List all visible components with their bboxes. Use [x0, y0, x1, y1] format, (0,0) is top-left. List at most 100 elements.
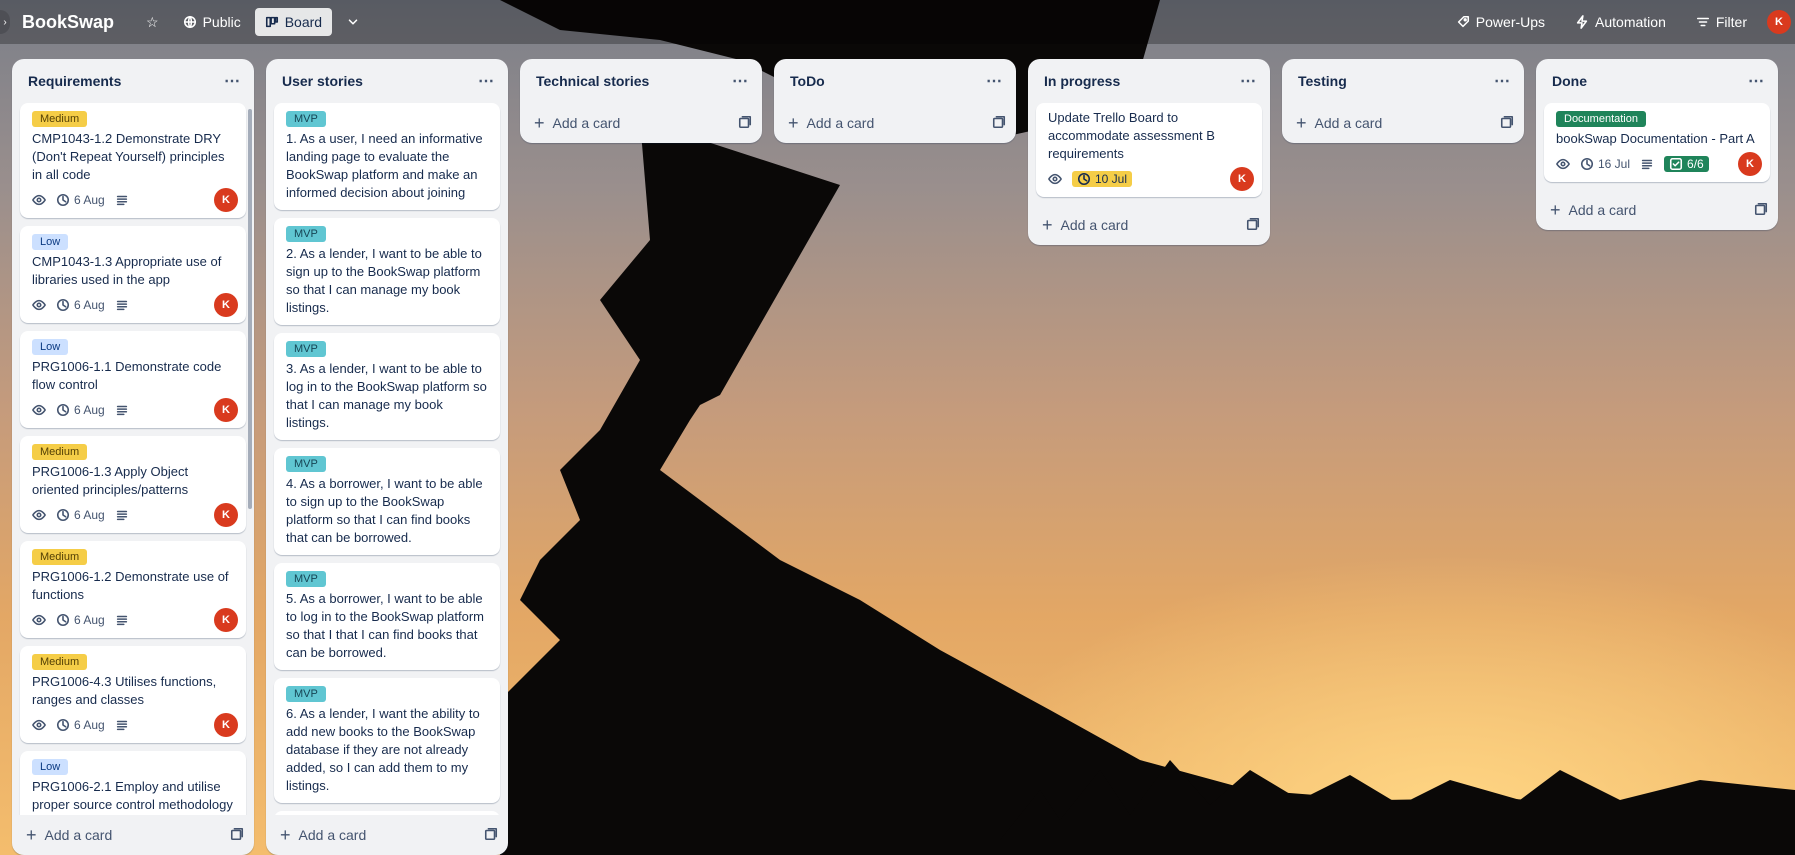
due-date-badge[interactable]: 6 Aug — [56, 193, 105, 207]
due-date-text: 6 Aug — [74, 508, 105, 522]
watching-badge — [1556, 157, 1570, 171]
due-date-text: 16 Jul — [1598, 157, 1631, 171]
add-card-button[interactable]: + Add a card — [1028, 205, 1270, 245]
add-card-button[interactable]: + Add a card — [774, 103, 1016, 143]
card[interactable]: Low PRG1006-2.1 Employ and utilise proper… — [20, 751, 246, 815]
add-card-button[interactable]: + Add a card — [1282, 103, 1524, 143]
list-menu-button[interactable]: ⋯ — [1742, 67, 1770, 95]
due-date-text: 6 Aug — [74, 298, 105, 312]
card-member-avatar[interactable]: K — [214, 713, 238, 737]
card-title: CMP1043-1.2 Demonstrate DRY (Don't Repea… — [32, 131, 225, 182]
card-title: PRG1006-1.2 Demonstrate use of functions — [32, 569, 229, 602]
due-date-badge[interactable]: 6 Aug — [56, 508, 105, 522]
add-card-button[interactable]: + Add a card — [1536, 190, 1778, 230]
card-member-avatar[interactable]: K — [214, 503, 238, 527]
card[interactable]: Medium CMP1043-1.2 Demonstrate DRY (Don't… — [20, 103, 246, 218]
card[interactable]: Medium PRG1006-1.3 Apply Object oriented … — [20, 436, 246, 533]
list-title[interactable]: User stories — [282, 73, 363, 89]
card-member-avatar[interactable]: K — [214, 398, 238, 422]
card[interactable]: MVP 2. As a lender, I want to be able to … — [274, 218, 500, 325]
due-date-badge[interactable]: 6 Aug — [56, 298, 105, 312]
powerups-label: Power-Ups — [1475, 14, 1546, 30]
card[interactable]: Medium PRG1006-1.2 Demonstrate use of fun… — [20, 541, 246, 638]
card-member-avatar[interactable]: K — [214, 293, 238, 317]
card-list: Update Trello Board to accommodate asses… — [1028, 103, 1270, 205]
create-from-template-button[interactable] — [992, 115, 1006, 132]
card-member-avatar[interactable]: K — [1738, 152, 1762, 176]
list-requirements: Requirements ⋯ Medium CMP1043-1.2 Demonstra… — [12, 59, 254, 855]
due-date-badge[interactable]: 10 Jul — [1072, 171, 1133, 187]
list-title[interactable]: ToDo — [790, 73, 825, 89]
star-button[interactable]: ☆ — [136, 8, 169, 37]
due-date-badge[interactable]: 16 Jul — [1580, 157, 1630, 171]
card[interactable]: Low CMP1043-1.3 Appropriate use of librar… — [20, 226, 246, 323]
template-icon — [1500, 115, 1514, 128]
watching-badge — [32, 508, 46, 522]
create-from-template-button[interactable] — [484, 827, 498, 844]
card-member-avatar[interactable]: K — [1230, 167, 1254, 191]
card-title: bookSwap Documentation - Part A — [1556, 131, 1755, 146]
add-card-button[interactable]: + Add a card — [266, 815, 508, 855]
list-menu-button[interactable]: ⋯ — [726, 67, 754, 95]
add-card-button[interactable]: + Add a card — [12, 815, 254, 855]
filter-button[interactable]: Filter — [1686, 8, 1757, 36]
list-menu-button[interactable]: ⋯ — [1234, 67, 1262, 95]
card[interactable]: MVP 1. As a user, I need an informative l… — [274, 103, 500, 210]
card[interactable]: Low PRG1006-1.1 Demonstrate code flow con… — [20, 331, 246, 428]
due-date-badge[interactable]: 6 Aug — [56, 718, 105, 732]
add-card-button[interactable]: + Add a card — [520, 103, 762, 143]
card-member-avatar[interactable]: K — [214, 188, 238, 212]
card[interactable]: Documentation bookSwap Documentation - Pa… — [1544, 103, 1770, 182]
description-badge — [115, 193, 129, 207]
due-date-badge[interactable]: 6 Aug — [56, 613, 105, 627]
more-icon: ⋯ — [478, 73, 494, 90]
list-title[interactable]: Done — [1552, 73, 1587, 89]
plus-icon: + — [280, 824, 291, 845]
list-menu-button[interactable]: ⋯ — [218, 67, 246, 95]
clock-icon — [56, 718, 70, 732]
list-scrollbar[interactable] — [248, 109, 252, 509]
clock-icon — [56, 403, 70, 417]
user-avatar[interactable]: K — [1767, 10, 1791, 34]
card-member-avatar[interactable]: K — [214, 608, 238, 632]
card[interactable]: MVP 4. As a borrower, I want to be able t… — [274, 448, 500, 555]
board-view-button[interactable]: Board — [254, 8, 333, 36]
automation-button[interactable]: Automation — [1565, 8, 1676, 36]
list-title[interactable]: In progress — [1044, 73, 1120, 89]
card-label: Documentation — [1556, 111, 1646, 127]
card-badges: 6 Aug — [32, 715, 234, 735]
card-title: PRG1006-4.3 Utilises functions, ranges a… — [32, 674, 217, 707]
more-icon: ⋯ — [224, 73, 240, 90]
list-menu-button[interactable]: ⋯ — [472, 67, 500, 95]
powerups-button[interactable]: Power-Ups — [1446, 8, 1555, 36]
create-from-template-button[interactable] — [738, 115, 752, 132]
due-date-badge[interactable]: 6 Aug — [56, 403, 105, 417]
card[interactable]: MVP 6. As a lender, I want the ability to… — [274, 678, 500, 803]
description-badge — [115, 298, 129, 312]
card[interactable]: MVP 5. As a borrower, I want to be able t… — [274, 563, 500, 670]
card[interactable]: MVP 3. As a lender, I want to be able to … — [274, 333, 500, 440]
card[interactable]: MVP7. As a lender, I want to edit the — [274, 811, 500, 815]
board-title[interactable]: BookSwap — [22, 12, 114, 33]
card-label: Low — [32, 759, 69, 775]
list-menu-button[interactable]: ⋯ — [980, 67, 1008, 95]
card-label: MVP — [286, 456, 326, 472]
card-badges: 6 Aug — [32, 400, 234, 420]
sidebar-toggle[interactable]: › — [0, 10, 10, 34]
list-title[interactable]: Testing — [1298, 73, 1347, 89]
create-from-template-button[interactable] — [1500, 115, 1514, 132]
views-dropdown-button[interactable] — [336, 9, 370, 35]
create-from-template-button[interactable] — [1754, 202, 1768, 219]
list-title[interactable]: Technical stories — [536, 73, 649, 89]
template-icon — [1246, 217, 1260, 230]
list-title[interactable]: Requirements — [28, 73, 121, 89]
due-date-text: 10 Jul — [1095, 172, 1128, 186]
list-header: In progress ⋯ — [1028, 59, 1270, 103]
card[interactable]: Medium PRG1006-4.3 Utilises functions, ra… — [20, 646, 246, 743]
card[interactable]: Update Trello Board to accommodate asses… — [1036, 103, 1262, 197]
create-from-template-button[interactable] — [230, 827, 244, 844]
visibility-button[interactable]: Public — [173, 8, 251, 36]
template-icon — [1754, 202, 1768, 215]
create-from-template-button[interactable] — [1246, 217, 1260, 234]
list-menu-button[interactable]: ⋯ — [1488, 67, 1516, 95]
